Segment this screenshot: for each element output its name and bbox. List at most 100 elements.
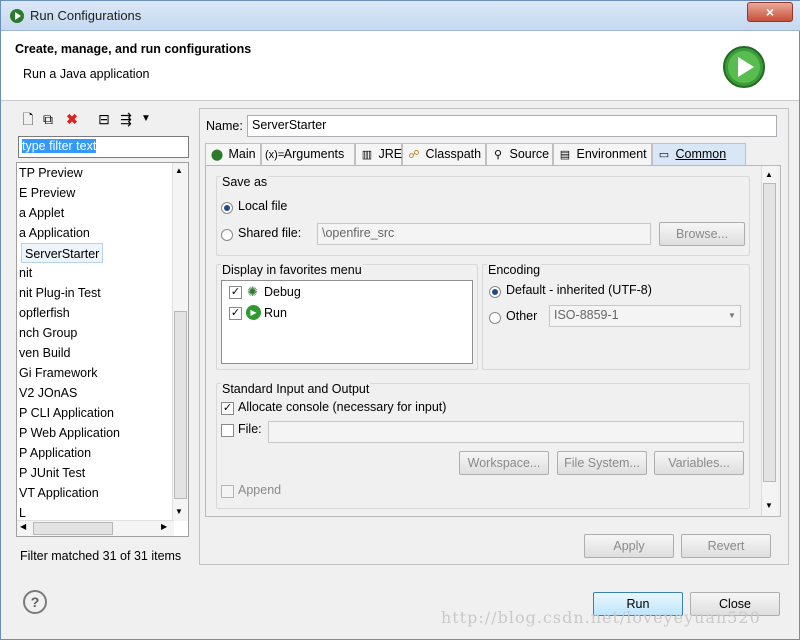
tree-item[interactable]: nit Plug-in Test (19, 283, 101, 303)
filter-configs-icon[interactable]: ⇶ (117, 110, 135, 128)
configuration-editor: Name: ServerStarter ⬤ Main (x)= Argument… (199, 108, 789, 565)
save-as-group: Save as Local file Shared file: \openfir… (216, 175, 750, 256)
help-icon[interactable]: ? (23, 590, 47, 614)
tree-horizontal-scrollbar[interactable]: ◀ ▶ (17, 520, 174, 536)
favorites-list[interactable]: ✓ ✺ Debug ✓ ▶ Run (221, 280, 473, 364)
main-icon: ⬤ (210, 149, 224, 161)
tree-item-selected[interactable]: ServerStarter (21, 243, 104, 263)
debug-checkbox[interactable]: ✓ (229, 286, 242, 299)
append-label[interactable]: Append (238, 483, 281, 497)
filter-menu-chevron-icon[interactable]: ▼ (137, 110, 155, 128)
shared-file-path-input[interactable]: \openfire_src (317, 223, 651, 245)
variables-button[interactable]: Variables... (654, 451, 744, 475)
name-input[interactable]: ServerStarter (247, 115, 777, 137)
tree-vertical-scrollbar[interactable]: ▲ ▼ (172, 163, 188, 521)
save-as-label: Save as (221, 175, 269, 189)
header-title: Create, manage, and run configurations (15, 42, 252, 56)
horizontal-scroll-thumb[interactable] (33, 522, 113, 535)
tree-item[interactable]: VT Application (19, 483, 99, 503)
encoding-dropdown-chevron-icon[interactable]: ▼ (728, 311, 736, 320)
scroll-thumb[interactable] (174, 311, 187, 499)
allocate-console-checkbox[interactable]: ✓ (221, 402, 234, 415)
tab-arguments[interactable]: (x)= Arguments (261, 143, 355, 165)
arguments-icon: (x)= (265, 149, 285, 161)
debug-label: Debug (264, 285, 301, 299)
other-encoding-label[interactable]: Other (506, 309, 537, 323)
tree-item[interactable]: opflerfish (19, 303, 70, 323)
apply-button[interactable]: Apply (584, 534, 674, 558)
scroll-down-icon[interactable]: ▼ (175, 507, 183, 516)
tab-jre[interactable]: ▥ JRE (355, 143, 402, 165)
stdio-label: Standard Input and Output (221, 382, 371, 396)
scroll-right-icon[interactable]: ▶ (161, 522, 167, 531)
filter-text: type filter text (22, 139, 97, 153)
tree-item[interactable]: P Web Application (19, 423, 120, 443)
delete-config-icon[interactable]: ✖ (63, 110, 81, 128)
source-icon: ⚲ (493, 149, 503, 161)
default-encoding-label[interactable]: Default - inherited (UTF-8) (506, 283, 652, 297)
new-config-icon[interactable]: 🗋 (19, 110, 37, 128)
browse-button[interactable]: Browse... (659, 222, 745, 246)
filter-status: Filter matched 31 of 31 items (20, 549, 182, 563)
content-vertical-scrollbar[interactable]: ▲ ▼ (761, 166, 777, 516)
file-system-button[interactable]: File System... (557, 451, 647, 475)
workspace-button[interactable]: Workspace... (459, 451, 549, 475)
append-checkbox[interactable] (221, 485, 234, 498)
tab-main[interactable]: ⬤ Main (205, 143, 261, 165)
run-checkbox[interactable]: ✓ (229, 307, 242, 320)
filter-input[interactable]: type filter text (18, 136, 189, 158)
local-file-radio[interactable] (221, 202, 233, 214)
tab-source[interactable]: ⚲ Source (486, 143, 553, 165)
classpath-icon: ☍ (408, 149, 420, 161)
tree-item[interactable]: nit (19, 263, 32, 283)
tree-item[interactable]: ven Build (19, 343, 70, 363)
shared-file-label[interactable]: Shared file: (238, 226, 301, 240)
allocate-console-label[interactable]: Allocate console (necessary for input) (238, 400, 446, 414)
favorites-group: Display in favorites menu ✓ ✺ Debug ✓ ▶ … (216, 263, 478, 370)
configuration-toolbar: 🗋 ⧉ ✖ ⊟ ⇶ ▼ (13, 108, 195, 130)
other-encoding-select[interactable]: ISO-8859-1 (549, 305, 741, 327)
scroll-up-icon[interactable]: ▲ (175, 166, 183, 175)
debug-icon: ✺ (247, 284, 258, 299)
name-label: Name: (206, 119, 243, 133)
other-encoding-radio[interactable] (489, 312, 501, 324)
tab-environment[interactable]: ▤ Environment (553, 143, 652, 165)
content-scroll-thumb[interactable] (763, 183, 776, 482)
content-scroll-down-icon[interactable]: ▼ (765, 501, 773, 510)
tree-item[interactable]: TP Preview (19, 163, 83, 183)
environment-icon: ▤ (559, 149, 571, 161)
tab-common[interactable]: ▭ Common (652, 143, 746, 165)
tree-item[interactable]: Gi Framework (19, 363, 97, 383)
watermark: http://blog.csdn.net/loveyeyuan520 (441, 608, 761, 627)
config-tabs: ⬤ Main (x)= Arguments ▥ JRE ☍ Classpath … (205, 143, 781, 165)
revert-button[interactable]: Revert (681, 534, 771, 558)
run-large-icon (723, 46, 765, 88)
tree-item[interactable]: a Application (19, 223, 90, 243)
tree-item[interactable]: V2 JOnAS (19, 383, 77, 403)
encoding-label: Encoding (487, 263, 542, 277)
window-close-button[interactable]: × (747, 2, 793, 22)
content-scroll-up-icon[interactable]: ▲ (765, 170, 773, 179)
default-encoding-radio[interactable] (489, 286, 501, 298)
jre-icon: ▥ (361, 149, 373, 161)
local-file-label[interactable]: Local file (238, 199, 287, 213)
tree-item[interactable]: P JUnit Test (19, 463, 85, 483)
configuration-tree[interactable]: TP Preview E Preview a Applet a Applicat… (16, 162, 189, 537)
common-tab-content: Save as Local file Shared file: \openfir… (205, 165, 781, 517)
shared-file-radio[interactable] (221, 229, 233, 241)
tree-item[interactable]: P Application (19, 443, 91, 463)
encoding-group: Encoding Default - inherited (UTF-8) Oth… (482, 263, 750, 370)
tab-classpath[interactable]: ☍ Classpath (402, 143, 486, 165)
tree-item[interactable]: E Preview (19, 183, 75, 203)
tree-item[interactable]: P CLI Application (19, 403, 114, 423)
file-label[interactable]: File: (238, 422, 262, 436)
tree-item[interactable]: nch Group (19, 323, 77, 343)
scroll-left-icon[interactable]: ◀ (20, 522, 26, 531)
file-checkbox[interactable] (221, 424, 234, 437)
header-subtitle: Run a Java application (23, 67, 150, 81)
duplicate-config-icon[interactable]: ⧉ (39, 110, 57, 128)
tree-item[interactable]: a Applet (19, 203, 64, 223)
output-file-input[interactable] (268, 421, 744, 443)
run-label: Run (264, 306, 287, 320)
collapse-all-icon[interactable]: ⊟ (95, 110, 113, 128)
